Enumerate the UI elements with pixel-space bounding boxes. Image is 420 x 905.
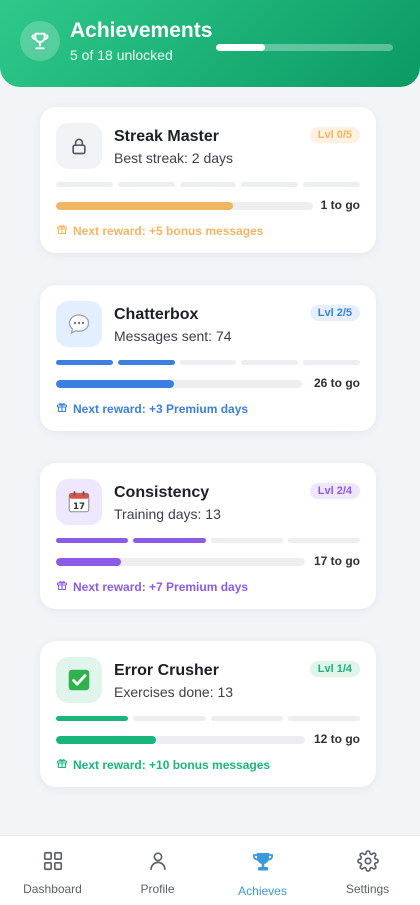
achievement-stat: Best streak: 2 days [114, 150, 234, 166]
achievement-card-chatterbox[interactable]: Chatterbox Messages sent: 74 Lvl 2/5 26 … [40, 285, 376, 431]
trophy-icon [20, 21, 60, 61]
remaining-count: 17 to go [313, 554, 360, 568]
remaining-count: 1 to go [320, 198, 360, 212]
next-reward-label: Next reward: +10 bonus messages [73, 757, 271, 772]
gift-icon [56, 579, 68, 594]
progress-bar [56, 380, 302, 388]
nav-label: Settings [345, 882, 390, 896]
nav-label: Profile [140, 882, 175, 896]
level-segment [179, 182, 237, 187]
level-segment [210, 716, 283, 721]
person-icon [147, 850, 169, 877]
level-segment [117, 182, 175, 187]
level-segment [179, 360, 237, 365]
next-reward: Next reward: +3 Premium days [56, 401, 248, 416]
achievement-title: Chatterbox [114, 306, 199, 323]
nav-item-dashboard[interactable]: Dashboard [0, 836, 105, 905]
progress-fill [56, 380, 175, 388]
trophy-icon [251, 850, 275, 879]
lock-icon [56, 123, 102, 169]
level-segments [56, 538, 360, 543]
gift-icon [56, 223, 68, 238]
achievements-header: Achievements 5 of 18 unlocked [0, 0, 420, 87]
level-segment [133, 538, 206, 543]
next-reward-label: Next reward: +5 bonus messages [73, 223, 264, 238]
level-segments [56, 716, 360, 721]
level-segment [56, 182, 113, 187]
page-title: Achievements [70, 19, 213, 42]
achievement-card-streak-master[interactable]: Streak Master Best streak: 2 days Lvl 0/… [40, 107, 376, 253]
progress-bar [56, 558, 305, 566]
speech-bubble-icon [56, 301, 102, 347]
level-badge: Lvl 2/4 [309, 483, 360, 499]
bottom-nav: Dashboard Profile Achieves Settings [0, 835, 420, 905]
level-badge: Lvl 0/5 [309, 127, 360, 143]
achievement-title: Error Crusher [114, 662, 219, 679]
progress-bar [56, 202, 313, 210]
svg-text:17: 17 [73, 502, 85, 512]
achievement-title: Consistency [114, 484, 210, 501]
gift-icon [56, 401, 68, 416]
level-segment [303, 360, 360, 365]
level-segment [133, 716, 206, 721]
level-segment [56, 716, 129, 721]
level-segment [56, 538, 129, 543]
nav-item-settings[interactable]: Settings [315, 836, 420, 905]
level-segment [210, 538, 283, 543]
level-badge: Lvl 1/4 [309, 661, 360, 677]
achievement-stat: Training days: 13 [114, 506, 221, 522]
gear-icon [356, 850, 379, 877]
level-segment [303, 182, 360, 187]
achievement-stat: Messages sent: 74 [114, 328, 232, 344]
check-mark-icon [56, 657, 102, 703]
nav-item-achieves[interactable]: Achieves [210, 836, 315, 905]
progress-fill [56, 558, 121, 566]
remaining-count: 12 to go [313, 732, 360, 746]
progress-fill [56, 202, 234, 210]
achievement-card-consistency[interactable]: 17 Consistency Training days: 13 Lvl 2/4… [40, 463, 376, 609]
level-segment [287, 538, 360, 543]
unlocked-count: 5 of 18 unlocked [70, 47, 173, 63]
gift-icon [56, 757, 68, 772]
progress-bar [56, 736, 305, 744]
overall-progress-bar [216, 44, 393, 51]
remaining-count: 26 to go [313, 376, 360, 390]
achievement-stat: Exercises done: 13 [114, 684, 234, 700]
next-reward: Next reward: +10 bonus messages [56, 757, 270, 772]
achievement-title: Streak Master [114, 128, 219, 145]
level-segment [56, 360, 113, 365]
progress-fill [56, 736, 156, 744]
next-reward: Next reward: +5 bonus messages [56, 223, 263, 238]
nav-label: Dashboard [23, 882, 82, 896]
overall-progress-fill [216, 44, 266, 51]
next-reward: Next reward: +7 Premium days [56, 579, 248, 594]
level-segment [241, 360, 299, 365]
level-segment [241, 182, 299, 187]
achievement-card-error-crusher[interactable]: Error Crusher Exercises done: 13 Lvl 1/4… [40, 641, 376, 787]
next-reward-label: Next reward: +7 Premium days [73, 579, 249, 594]
level-segment [117, 360, 175, 365]
level-segment [287, 716, 360, 721]
level-segments [56, 360, 360, 365]
calendar-icon: 17 [56, 479, 102, 525]
grid-icon [42, 850, 64, 877]
nav-label: Achieves [238, 884, 287, 898]
next-reward-label: Next reward: +3 Premium days [73, 401, 249, 416]
nav-item-profile[interactable]: Profile [105, 836, 210, 905]
level-segments [56, 182, 360, 187]
level-badge: Lvl 2/5 [309, 305, 360, 321]
